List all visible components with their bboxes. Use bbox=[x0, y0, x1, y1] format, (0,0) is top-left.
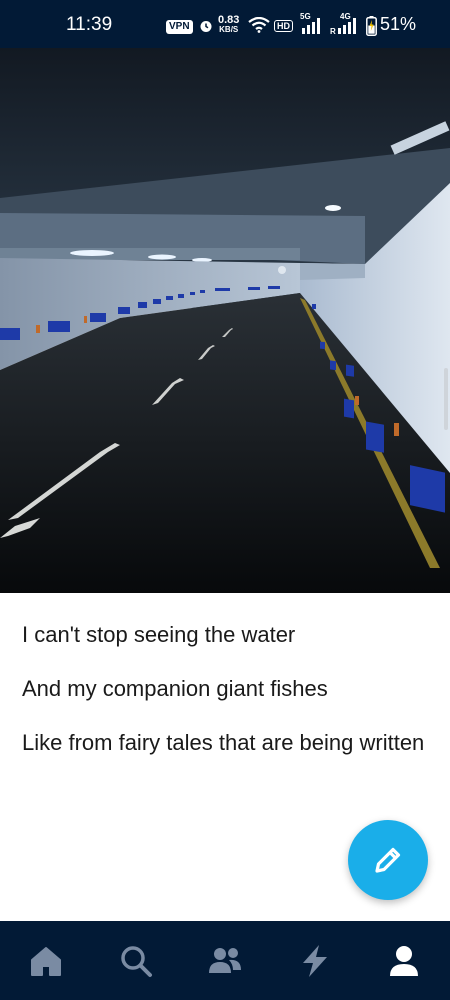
battery-icon bbox=[366, 16, 377, 36]
people-icon bbox=[209, 948, 241, 973]
hd-badge: HD bbox=[274, 20, 293, 32]
post-line-1: I can't stop seeing the water bbox=[22, 622, 296, 647]
network-speed: 0.83 KB/S bbox=[218, 15, 239, 35]
net1-label: 5G bbox=[300, 12, 311, 21]
status-time: 11:39 bbox=[66, 14, 113, 35]
vpn-badge: VPN bbox=[166, 20, 193, 34]
post-line-2: And my companion giant fishes bbox=[22, 676, 328, 701]
signal-icon: 5G bbox=[300, 12, 324, 41]
post-line-3: Like from fairy tales that are being wri… bbox=[22, 730, 425, 755]
post-photo[interactable] bbox=[0, 48, 450, 593]
scrollbar-thumb[interactable] bbox=[444, 368, 448, 430]
post-body: I can't stop seeing the water And my com… bbox=[22, 618, 432, 780]
lightning-icon bbox=[303, 945, 327, 977]
tunnel-image bbox=[0, 48, 450, 593]
status-bar: 11:39 VPN 0.83 KB/S HD 5G 4G R 51% bbox=[0, 0, 450, 48]
nav-search[interactable] bbox=[118, 943, 154, 979]
bottom-nav bbox=[0, 921, 450, 1000]
alarm-icon bbox=[200, 21, 212, 32]
battery-percent: 51% bbox=[380, 14, 417, 34]
net2-label: 4G bbox=[340, 12, 351, 21]
nav-communities[interactable] bbox=[207, 943, 243, 979]
home-icon bbox=[31, 947, 61, 976]
nav-account[interactable] bbox=[386, 943, 422, 979]
roaming-label: R bbox=[330, 27, 336, 36]
compose-button[interactable] bbox=[348, 820, 428, 900]
speed-unit: KB/S bbox=[219, 25, 239, 34]
person-icon bbox=[390, 946, 418, 976]
pencil-icon bbox=[375, 847, 401, 873]
wifi-icon bbox=[248, 17, 270, 33]
search-icon bbox=[121, 946, 152, 977]
nav-home[interactable] bbox=[28, 943, 64, 979]
nav-activity[interactable] bbox=[297, 943, 333, 979]
